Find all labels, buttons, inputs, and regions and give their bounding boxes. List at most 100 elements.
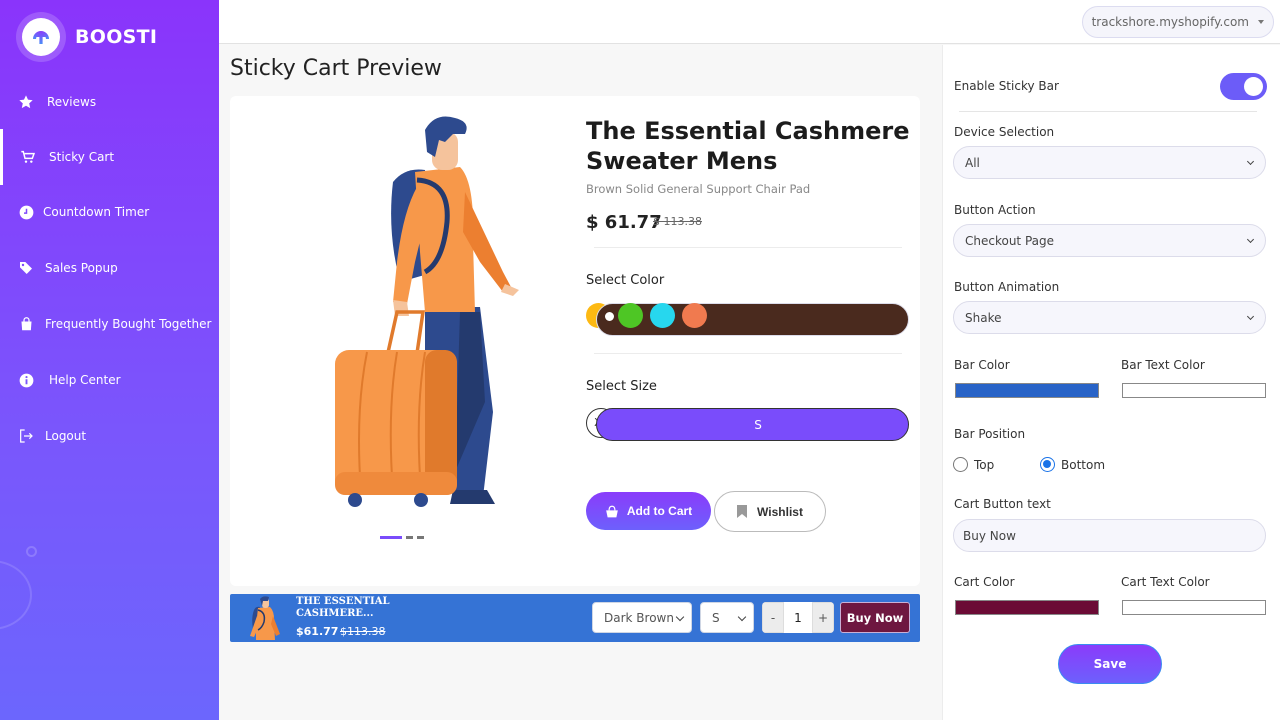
logo[interactable]: BOOSTI [16, 12, 157, 62]
button-action-label: Button Action [954, 203, 1036, 217]
button-animation-select[interactable]: Shake [953, 301, 1266, 334]
cart-text-color-label: Cart Text Color [1121, 575, 1210, 589]
bar-text-color-label: Bar Text Color [1121, 358, 1205, 372]
sidebar-item-frequently-bought-together[interactable]: Frequently Bought Together [0, 296, 219, 352]
sidebar-item-label: Countdown Timer [43, 205, 150, 219]
sticky-price: $61.77 [296, 625, 339, 638]
brand-name: BOOSTI [75, 26, 158, 48]
button-action-select[interactable]: Checkout Page [953, 224, 1266, 257]
divider [594, 353, 902, 354]
bar-position-bottom-radio[interactable]: Bottom [1040, 457, 1105, 472]
buy-now-button[interactable]: Buy Now [840, 602, 910, 633]
sidebar-item-countdown-timer[interactable]: Countdown Timer [0, 184, 219, 240]
sidebar-item-label: Sticky Cart [49, 150, 115, 164]
carousel-dot[interactable] [406, 536, 413, 539]
device-selection-label: Device Selection [954, 125, 1055, 139]
bar-color-picker[interactable] [955, 383, 1099, 398]
decorative-circle-small [26, 546, 37, 557]
carousel-dot-active[interactable] [380, 536, 402, 539]
clock-icon [16, 202, 36, 222]
add-to-cart-button[interactable]: Add to Cart [586, 492, 711, 530]
logo-mark [16, 12, 66, 62]
cart-text-color-picker[interactable] [1122, 600, 1266, 615]
sidebar-item-label: Logout [45, 429, 87, 443]
add-to-cart-label: Add to Cart [626, 504, 693, 518]
product-image [335, 116, 519, 507]
toggle-knob [1244, 77, 1263, 96]
chevron-down-icon [675, 612, 685, 622]
cart-button-text-input[interactable] [953, 519, 1266, 552]
decorative-circle [0, 560, 32, 630]
size-options: XS S M L XL XXL [586, 408, 909, 441]
sticky-product-thumbnail [250, 596, 280, 640]
cart-color-label: Cart Color [954, 575, 1015, 589]
sticky-color-value: Dark Brown [604, 610, 674, 625]
product-title: The Essential Cashmere Sweater Mens [586, 117, 910, 175]
cart-button-text-label: Cart Button text [954, 497, 1051, 511]
sidebar-item-sales-popup[interactable]: Sales Popup [0, 240, 219, 296]
sidebar-item-label: Frequently Bought Together [45, 317, 212, 331]
quantity-increment-button[interactable]: + [812, 602, 834, 633]
color-swatch-green[interactable] [618, 303, 643, 328]
star-icon [16, 92, 36, 112]
sidebar-item-label: Help Center [49, 373, 121, 387]
save-button[interactable]: Save [1058, 644, 1162, 684]
quantity-decrement-button[interactable]: - [762, 602, 784, 633]
quantity-stepper: - 1 + [762, 602, 834, 633]
device-selection-select[interactable]: All [953, 146, 1266, 179]
carousel-indicators [380, 536, 424, 539]
wishlist-button[interactable]: Wishlist [714, 491, 826, 532]
bar-color-label: Bar Color [954, 358, 1010, 372]
wishlist-label: Wishlist [757, 504, 803, 519]
product-subtitle: Brown Solid General Support Chair Pad [586, 182, 811, 196]
sidebar-item-help-center[interactable]: Help Center [0, 352, 219, 408]
color-swatch-dark-brown[interactable] [596, 303, 909, 336]
sidebar-item-logout[interactable]: Logout [0, 408, 219, 464]
sticky-size-value: S [712, 610, 720, 625]
color-swatches [586, 303, 909, 336]
top-bar: trackshore.myshopify.com [219, 0, 1280, 44]
cart-icon [18, 147, 38, 167]
bar-position-label: Bar Position [954, 427, 1026, 441]
enable-sticky-bar-toggle[interactable] [1220, 73, 1267, 100]
sidebar-item-sticky-cart[interactable]: Sticky Cart [0, 129, 219, 185]
button-animation-label: Button Animation [954, 280, 1060, 294]
sidebar-item-label: Reviews [47, 95, 97, 109]
quantity-value[interactable]: 1 [784, 602, 812, 633]
chevron-down-icon [1246, 157, 1255, 166]
color-swatch-cyan[interactable] [650, 303, 675, 328]
button-action-value: Checkout Page [965, 233, 1055, 248]
bookmark-icon [737, 505, 748, 518]
basket-icon [605, 505, 618, 517]
divider [959, 111, 1257, 112]
logout-icon [16, 426, 36, 446]
sidebar-item-label: Sales Popup [45, 261, 118, 275]
sticky-color-select[interactable]: Dark Brown [592, 602, 692, 633]
cart-color-picker[interactable] [955, 600, 1099, 615]
sidebar-item-reviews[interactable]: Reviews [0, 74, 219, 130]
carousel-dot[interactable] [417, 536, 424, 539]
shopping-bag-icon [16, 314, 36, 334]
sticky-product-title: THE ESSENTIAL CASHMERE... [296, 596, 390, 619]
chevron-down-icon [737, 612, 747, 622]
sticky-size-select[interactable]: S [700, 602, 754, 633]
select-color-label: Select Color [586, 273, 665, 288]
radio-circle-checked [1040, 457, 1055, 472]
size-option-s[interactable]: S [596, 408, 909, 441]
sidebar: BOOSTI Reviews Sticky Cart Countdown Tim… [0, 0, 219, 720]
chevron-down-icon [1246, 312, 1255, 321]
color-swatch-coral[interactable] [682, 303, 707, 328]
bar-text-color-picker[interactable] [1122, 383, 1266, 398]
store-selector[interactable]: trackshore.myshopify.com [1081, 6, 1274, 38]
chevron-down-icon [1246, 235, 1255, 244]
button-animation-value: Shake [965, 310, 1002, 325]
caret-down-icon [1258, 20, 1264, 24]
select-size-label: Select Size [586, 379, 657, 394]
boost-arrow-icon [33, 31, 49, 44]
product-preview-card: The Essential Cashmere Sweater Mens Brow… [230, 96, 920, 586]
enable-sticky-bar-label: Enable Sticky Bar [954, 79, 1059, 93]
sticky-cart-bar-preview: THE ESSENTIAL CASHMERE... $61.77 $113.38… [230, 594, 920, 642]
store-name: trackshore.myshopify.com [1091, 15, 1249, 29]
bar-position-top-radio[interactable]: Top [953, 457, 994, 472]
divider [594, 247, 902, 248]
